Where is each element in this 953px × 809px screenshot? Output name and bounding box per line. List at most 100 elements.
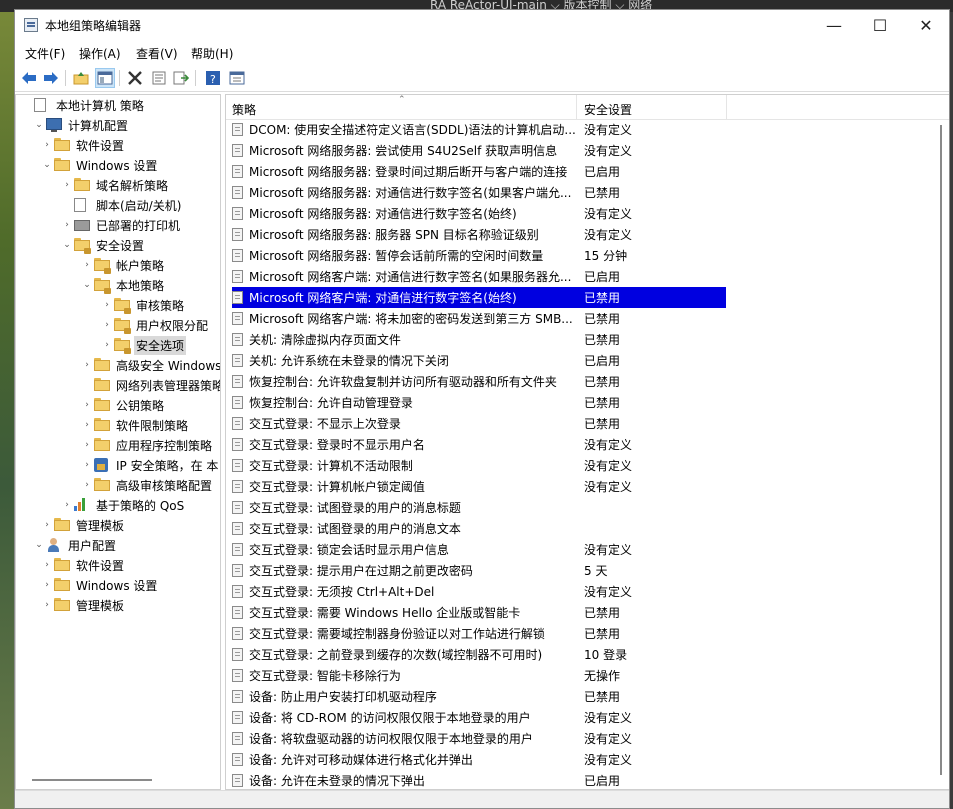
close-button[interactable]: ✕ [903, 10, 949, 41]
tree-node[interactable]: › 管理模板 [40, 515, 126, 535]
chevron-down-icon[interactable]: ⌄ [32, 120, 46, 130]
tree-node[interactable]: › 应用程序控制策略 [80, 435, 214, 455]
tree-node[interactable]: › 软件限制策略 [80, 415, 190, 435]
table-row[interactable]: 交互式登录: 试图登录的用户的消息文本 [232, 518, 726, 539]
help-button[interactable]: ? [203, 68, 223, 88]
table-row[interactable]: 设备: 防止用户安装打印机驱动程序 已禁用 [232, 686, 726, 707]
menu-help[interactable]: 帮助(H) [191, 45, 233, 62]
tree-node[interactable]: › 已部署的打印机 [60, 215, 182, 235]
table-row[interactable]: Microsoft 网络服务器: 尝试使用 S4U2Self 获取声明信息 没有定… [232, 140, 726, 161]
tree-node[interactable]: › 管理模板 [40, 595, 126, 615]
table-row[interactable]: 交互式登录: 试图登录的用户的消息标题 [232, 497, 726, 518]
table-row[interactable]: 交互式登录: 提示用户在过期之前更改密码 5 天 [232, 560, 726, 581]
table-row[interactable]: 恢复控制台: 允许软盘复制并访问所有驱动器和所有文件夹 已禁用 [232, 371, 726, 392]
chevron-right-icon[interactable]: › [60, 500, 74, 510]
up-folder-button[interactable] [71, 68, 91, 88]
table-row[interactable]: Microsoft 网络服务器: 对通信进行数字签名(如果客户端允... 已禁用 [232, 182, 726, 203]
table-row[interactable]: Microsoft 网络服务器: 暂停会话前所需的空闲时间数量 15 分钟 [232, 245, 726, 266]
column-header-setting[interactable]: 安全设置 [584, 101, 632, 118]
column-header-policy[interactable]: 策略 [232, 101, 256, 118]
table-row[interactable]: 交互式登录: 之前登录到缓存的次数(域控制器不可用时) 10 登录 [232, 644, 726, 665]
table-row[interactable]: Microsoft 网络客户端: 将未加密的密码发送到第三方 SMB... 已禁用 [232, 308, 726, 329]
chevron-down-icon[interactable]: ⌄ [80, 280, 94, 290]
chevron-right-icon[interactable]: › [40, 520, 54, 530]
table-row[interactable]: DCOM: 使用安全描述符定义语言(SDDL)语法的计算机启动... 没有定义 [232, 119, 726, 140]
properties-button[interactable] [149, 68, 169, 88]
chevron-right-icon[interactable]: › [80, 260, 94, 270]
table-row[interactable]: 交互式登录: 计算机不活动限制 没有定义 [232, 455, 726, 476]
vertical-scrollbar[interactable] [940, 125, 942, 775]
tree-node[interactable]: › 高级审核策略配置 [80, 475, 214, 495]
tree-node[interactable]: › 域名解析策略 [60, 175, 170, 195]
chevron-right-icon[interactable]: › [40, 600, 54, 610]
tree-node[interactable]: 本地计算机 策略 [20, 95, 146, 115]
tree-node[interactable]: › 公钥策略 [80, 395, 166, 415]
chevron-right-icon[interactable]: › [100, 340, 114, 350]
chevron-right-icon[interactable]: › [80, 460, 94, 470]
table-row[interactable]: 交互式登录: 计算机帐户锁定阈值 没有定义 [232, 476, 726, 497]
show-hide-tree-button[interactable] [95, 68, 115, 88]
chevron-right-icon[interactable]: › [60, 220, 74, 230]
table-row[interactable]: Microsoft 网络服务器: 服务器 SPN 目标名称验证级别 没有定义 [232, 224, 726, 245]
table-row[interactable]: 关机: 允许系统在未登录的情况下关闭 已启用 [232, 350, 726, 371]
table-row[interactable]: 交互式登录: 锁定会话时显示用户信息 没有定义 [232, 539, 726, 560]
tree-node[interactable]: › 安全选项 [100, 335, 187, 355]
chevron-right-icon[interactable]: › [60, 180, 74, 190]
tree-node[interactable]: › 软件设置 [40, 135, 126, 155]
table-row[interactable]: 关机: 清除虚拟内存页面文件 已禁用 [232, 329, 726, 350]
tree-node[interactable]: › 帐户策略 [80, 255, 166, 275]
tree-node[interactable]: › 高级安全 Windows [80, 355, 220, 375]
chevron-right-icon[interactable]: › [80, 400, 94, 410]
horizontal-scrollbar[interactable] [32, 779, 152, 781]
table-row[interactable]: 交互式登录: 智能卡移除行为 无操作 [232, 665, 726, 686]
delete-button[interactable] [125, 68, 145, 88]
tree-node[interactable]: 网络列表管理器策略 [80, 375, 220, 395]
tree-node[interactable]: › 审核策略 [100, 295, 186, 315]
chevron-right-icon[interactable]: › [100, 320, 114, 330]
table-row[interactable]: Microsoft 网络服务器: 登录时间过期后断开与客户端的连接 已启用 [232, 161, 726, 182]
chevron-right-icon[interactable]: › [40, 560, 54, 570]
tree-node[interactable]: › Windows 设置 [40, 575, 159, 595]
tree-node[interactable]: ⌄ 安全设置 [60, 235, 146, 255]
tree-node[interactable]: ⌄ 本地策略 [80, 275, 166, 295]
tree-node[interactable]: › IP 安全策略，在 本 [80, 455, 220, 475]
chevron-right-icon[interactable]: › [40, 140, 54, 150]
tree-node[interactable]: › 软件设置 [40, 555, 126, 575]
chevron-right-icon[interactable]: › [100, 300, 114, 310]
chevron-right-icon[interactable]: › [80, 420, 94, 430]
table-row[interactable]: 交互式登录: 无须按 Ctrl+Alt+Del 没有定义 [232, 581, 726, 602]
table-row[interactable]: Microsoft 网络客户端: 对通信进行数字签名(始终) 已禁用 [232, 287, 726, 308]
maximize-button[interactable]: ☐ [857, 10, 903, 41]
table-row[interactable]: Microsoft 网络客户端: 对通信进行数字签名(如果服务器允... 已启用 [232, 266, 726, 287]
tree-node[interactable]: › 用户权限分配 [100, 315, 210, 335]
chevron-right-icon[interactable]: › [80, 480, 94, 490]
tree-node[interactable]: 脚本(启动/关机) [60, 195, 183, 215]
back-button[interactable] [19, 68, 39, 88]
minimize-button[interactable]: — [811, 10, 857, 41]
table-row[interactable]: 恢复控制台: 允许自动管理登录 已禁用 [232, 392, 726, 413]
table-row[interactable]: 设备: 允许在未登录的情况下弹出 已启用 [232, 770, 726, 789]
chevron-down-icon[interactable]: ⌄ [40, 160, 54, 170]
chevron-right-icon[interactable]: › [80, 360, 94, 370]
tree-node[interactable]: ⌄ 用户配置 [32, 535, 118, 555]
menu-action[interactable]: 操作(A) [79, 45, 121, 62]
tree-node[interactable]: ⌄ Windows 设置 [40, 155, 159, 175]
forward-button[interactable] [41, 68, 61, 88]
table-row[interactable]: 交互式登录: 不显示上次登录 已禁用 [232, 413, 726, 434]
tree-node[interactable]: › 基于策略的 QoS [60, 495, 186, 515]
export-list-button[interactable] [171, 68, 191, 88]
table-row[interactable]: 交互式登录: 需要域控制器身份验证以对工作站进行解锁 已禁用 [232, 623, 726, 644]
extended-view-button[interactable] [227, 68, 247, 88]
table-row[interactable]: 交互式登录: 需要 Windows Hello 企业版或智能卡 已禁用 [232, 602, 726, 623]
table-row[interactable]: 设备: 将软盘驱动器的访问权限仅限于本地登录的用户 没有定义 [232, 728, 726, 749]
chevron-down-icon[interactable]: ⌄ [60, 240, 74, 250]
menu-view[interactable]: 查看(V) [136, 45, 178, 62]
table-row[interactable]: 设备: 将 CD-ROM 的访问权限仅限于本地登录的用户 没有定义 [232, 707, 726, 728]
menu-file[interactable]: 文件(F) [25, 45, 65, 62]
chevron-right-icon[interactable]: › [80, 440, 94, 450]
table-row[interactable]: 交互式登录: 登录时不显示用户名 没有定义 [232, 434, 726, 455]
chevron-down-icon[interactable]: ⌄ [32, 540, 46, 550]
tree-node[interactable]: ⌄ 计算机配置 [32, 115, 130, 135]
table-row[interactable]: 设备: 允许对可移动媒体进行格式化并弹出 没有定义 [232, 749, 726, 770]
table-row[interactable]: Microsoft 网络服务器: 对通信进行数字签名(始终) 没有定义 [232, 203, 726, 224]
